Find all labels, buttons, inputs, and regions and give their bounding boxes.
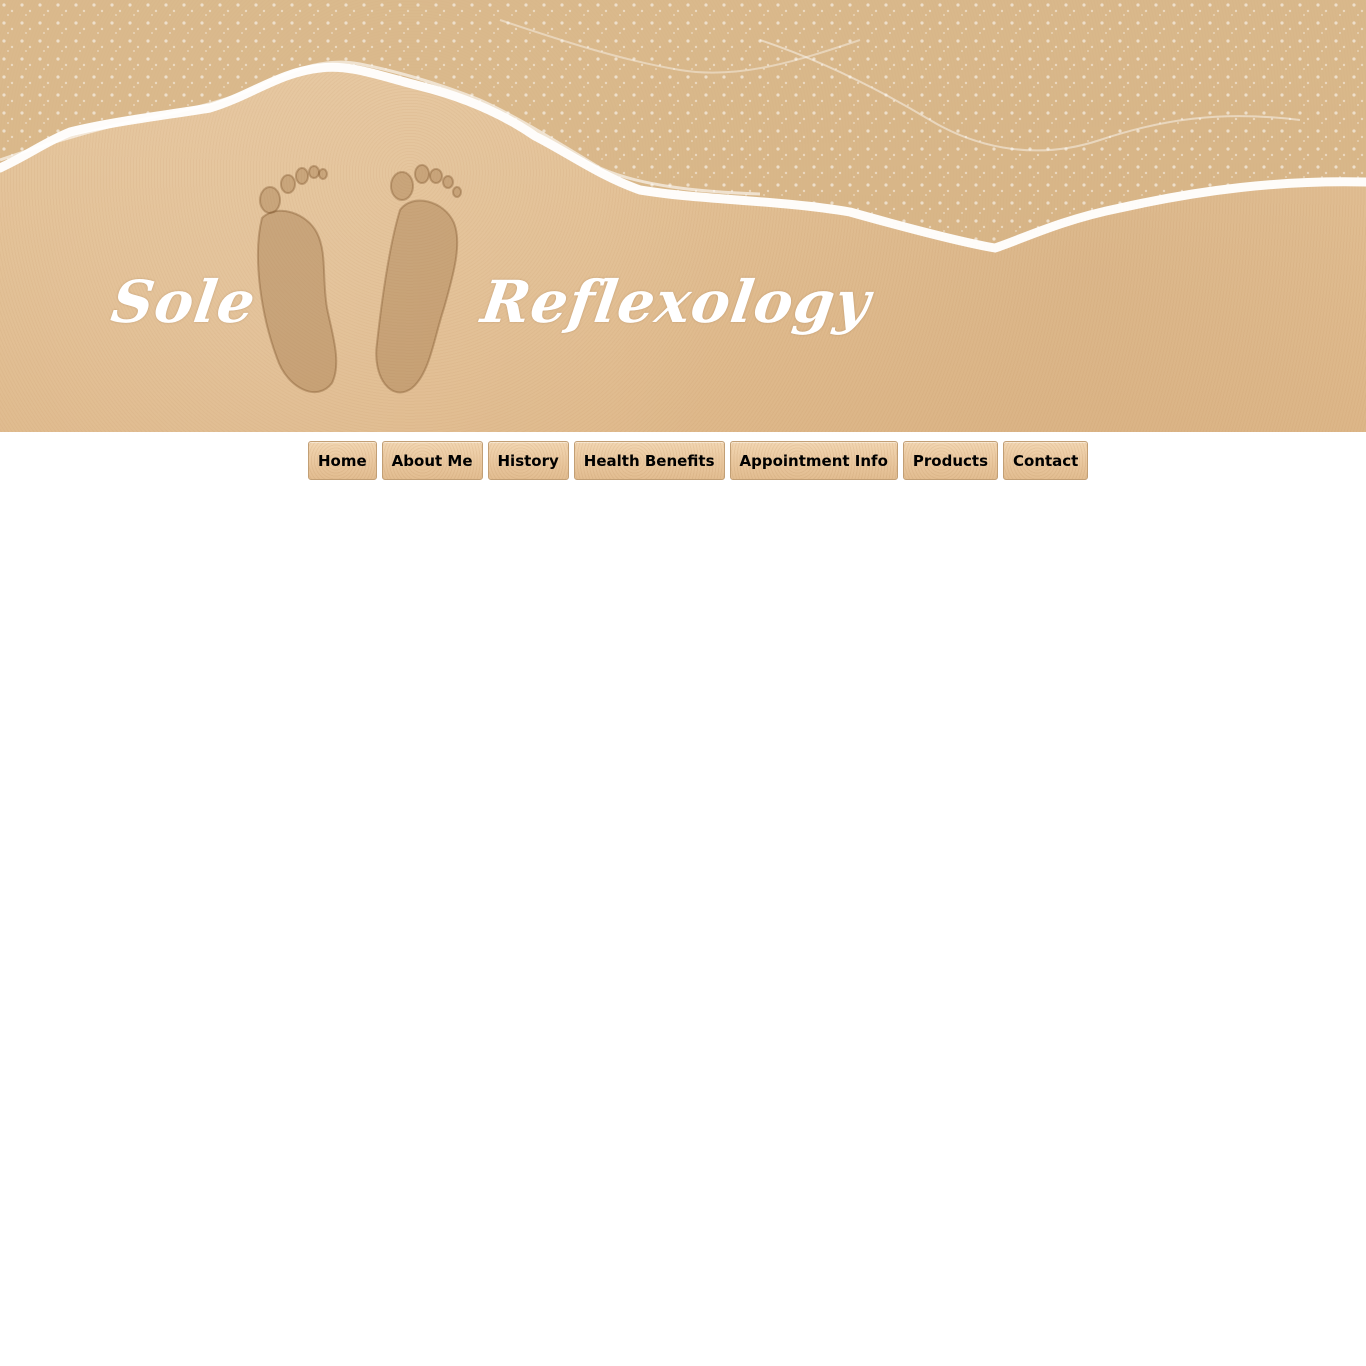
nav-contact-button[interactable]: Contact: [1003, 441, 1089, 480]
nav-about-me-button[interactable]: About Me: [381, 441, 483, 480]
nav-history-button[interactable]: History: [487, 441, 569, 480]
footprints-icon: [257, 164, 462, 394]
nav-products-button[interactable]: Products: [902, 441, 998, 480]
header-banner: Sole Reflexology: [0, 0, 1366, 432]
ocean-wave-graphic: [0, 0, 1366, 253]
site-title-sole: Sole: [107, 268, 261, 336]
site-title-reflexology: Reflexology: [477, 268, 876, 336]
nav-health-benefits-button[interactable]: Health Benefits: [573, 441, 725, 480]
main-navigation: Home About Me History Health Benefits Ap…: [308, 441, 1089, 480]
nav-appointment-info-button[interactable]: Appointment Info: [729, 441, 898, 480]
nav-home-button[interactable]: Home: [308, 441, 377, 480]
